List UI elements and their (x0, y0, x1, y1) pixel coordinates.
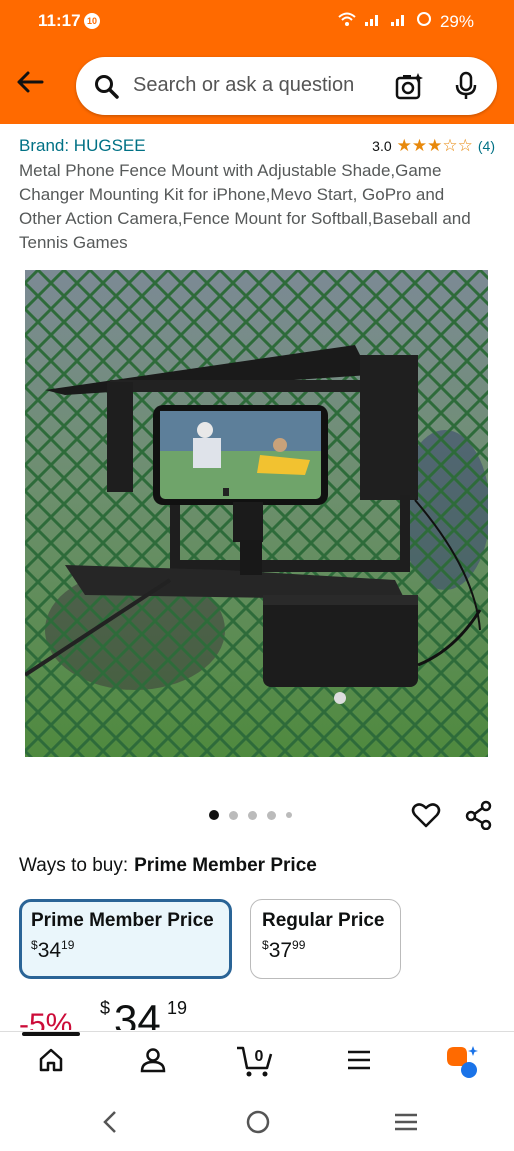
search-bar[interactable]: Search or ask a question (76, 57, 497, 115)
search-icon (94, 74, 120, 105)
rufus-icon[interactable] (443, 1044, 479, 1085)
price-fraction: 19 (167, 998, 188, 1018)
star-empty-icon: ☆ (457, 136, 473, 155)
mic-icon[interactable] (454, 71, 478, 106)
cart-count: 0 (255, 1048, 264, 1065)
status-bar: 11:17 10 29% (0, 0, 514, 42)
option-price: $3799 (262, 938, 306, 962)
nav-back-icon[interactable] (100, 1109, 120, 1140)
status-icons: 29% (338, 11, 474, 32)
star-filled-icon: ★ (396, 136, 412, 155)
carousel-dots (209, 810, 292, 820)
brand-rating-row: Brand: HUGSEE 3.0 ★★★☆☆ (4) (19, 136, 497, 158)
notification-badge: 10 (84, 13, 100, 29)
brand-link[interactable]: Brand: HUGSEE (19, 136, 146, 156)
system-nav-bar (0, 1091, 514, 1151)
option-prime-member-price[interactable]: Prime Member Price $3419 (19, 899, 232, 979)
rating[interactable]: 3.0 ★★★☆☆ (4) (372, 136, 495, 156)
rating-value: 3.0 (372, 138, 392, 154)
product-image[interactable] (23, 270, 490, 757)
nav-home-icon[interactable] (245, 1109, 271, 1140)
heart-icon[interactable] (411, 800, 441, 835)
discount-percent: -5% (19, 1008, 73, 1030)
carousel-dot[interactable] (267, 810, 276, 820)
account-icon[interactable] (139, 1046, 167, 1079)
carousel-dot[interactable] (229, 810, 238, 820)
price-whole: 34 (114, 996, 161, 1030)
price-currency: $ (100, 998, 111, 1018)
menu-icon[interactable] (345, 1046, 373, 1079)
home-icon[interactable] (37, 1046, 65, 1079)
carousel-dot[interactable] (286, 812, 292, 818)
signal-icon-2 (390, 11, 408, 32)
bottom-tab-bar: 0 (0, 1031, 514, 1092)
star-empty-icon: ☆ (442, 136, 458, 155)
search-placeholder[interactable]: Search or ask a question (133, 74, 354, 97)
wifi-icon (338, 11, 356, 32)
option-regular-price[interactable]: Regular Price $3799 (250, 899, 401, 979)
star-filled-icon: ★ (427, 136, 443, 155)
carousel-dot[interactable] (209, 810, 219, 820)
price-block: -5% $ 34 19 (19, 996, 319, 1030)
ways-to-buy: Ways to buy: Prime Member Price (19, 855, 317, 877)
rating-stars: ★★★☆☆ (397, 136, 473, 156)
option-price: $3419 (31, 938, 75, 962)
lens-icon[interactable] (394, 72, 424, 107)
option-name: Regular Price (262, 910, 385, 931)
app-header: Search or ask a question (0, 42, 514, 124)
review-count[interactable]: (4) (478, 138, 495, 154)
status-time: 11:17 (38, 11, 81, 30)
star-filled-icon: ★ (411, 136, 428, 155)
nav-recents-icon[interactable] (393, 1109, 419, 1140)
carousel-dot[interactable] (248, 810, 257, 820)
ways-to-buy-label: Ways to buy: (19, 855, 129, 876)
cart-icon[interactable]: 0 (235, 1042, 275, 1083)
product-title: Metal Phone Fence Mount with Adjustable … (19, 161, 471, 252)
active-tab-indicator (22, 1032, 80, 1036)
battery-percent: 29% (439, 11, 474, 31)
back-arrow-icon[interactable] (14, 66, 46, 98)
signal-icon (364, 11, 382, 32)
battery-icon (416, 11, 432, 32)
ways-to-buy-selected: Prime Member Price (134, 855, 317, 876)
option-name: Prime Member Price (31, 910, 214, 931)
share-icon[interactable] (464, 800, 494, 835)
